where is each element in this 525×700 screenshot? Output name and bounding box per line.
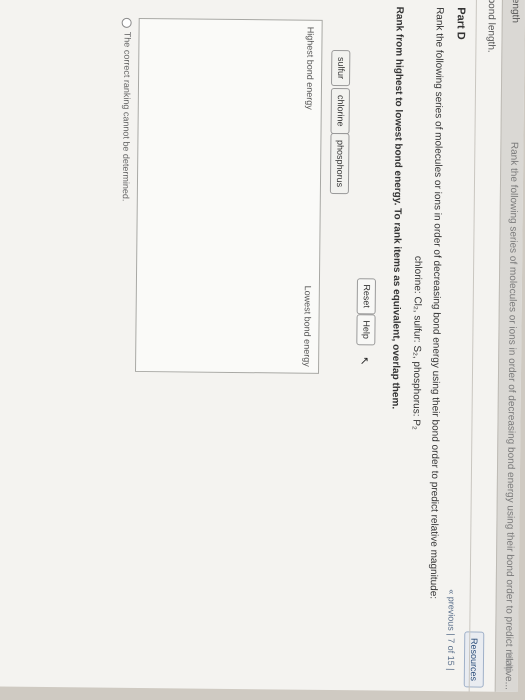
rank-item-sulfur[interactable]: sulfur (331, 49, 351, 87)
page-stage: ength Rank the following series of molec… (0, 0, 525, 692)
highest-label: Highest bond energy (304, 26, 316, 110)
rank-item-chlorine[interactable]: chlorine (330, 87, 350, 134)
header-title: Rank the following series of molecules o… (502, 141, 520, 691)
part-label: Part D (454, 7, 467, 40)
header-left-text: ength (509, 0, 521, 23)
resources-button[interactable]: Resources (463, 631, 485, 688)
lowest-label: Lowest bond energy (302, 285, 313, 367)
section-divider (468, 0, 478, 692)
reset-button[interactable]: Reset (356, 278, 376, 314)
ranking-drop-area[interactable]: Highest bond energy Lowest bond energy (135, 17, 323, 374)
rank-item-phosphorus[interactable]: phosphorus (329, 132, 350, 195)
top-bar: ength Rank the following series of molec… (494, 0, 525, 692)
formula-line: chlorine: Cl₂, sulfur: S₂, phosphorus: P… (410, 255, 424, 430)
help-link[interactable]: Help (503, 652, 514, 673)
pager[interactable]: « previous | 7 of 15 | (446, 589, 457, 670)
help-button[interactable]: Help (356, 314, 376, 345)
page-title: bond length. (485, 0, 497, 53)
mouse-cursor-icon: ↖ (358, 356, 371, 366)
rank-directions: Rank from highest to lowest bond energy.… (389, 6, 405, 410)
cannot-determine-option[interactable]: The correct ranking cannot be determined… (120, 17, 133, 202)
instructions-text: Rank the following series of molecules o… (427, 7, 445, 600)
cannot-determine-label: The correct ranking cannot be determined… (120, 31, 133, 202)
radio-button[interactable] (121, 17, 133, 28)
